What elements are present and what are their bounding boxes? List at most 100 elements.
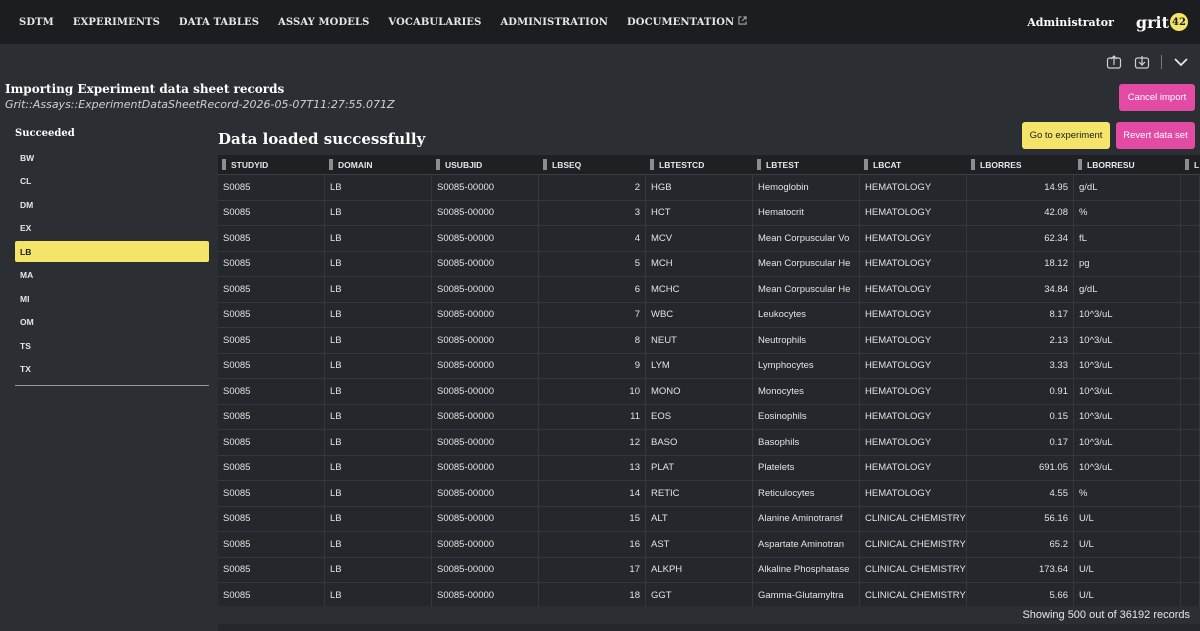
column-resize-handle[interactable] [222, 159, 226, 170]
go-to-experiment-button[interactable]: Go to experiment [1022, 122, 1110, 149]
table-row[interactable]: S0085 LB S0085-00000 11 EOS Eosinophils HEMATO… [218, 404, 1200, 430]
table-cell-studyid[interactable]: S0085 [218, 404, 325, 429]
table-cell-lbtest[interactable]: Neutrophils [753, 328, 860, 353]
table-cell-lbseq[interactable]: 11 [539, 404, 646, 429]
table-cell-lbtest[interactable]: Reticulocytes [753, 481, 860, 506]
table-cell-domain[interactable]: LB [325, 583, 432, 607]
table-cell-lbtestcd[interactable]: NEUT [646, 328, 753, 353]
table-cell-lbseq[interactable]: 2 [539, 175, 646, 200]
table-cell-studyid[interactable]: S0085 [218, 430, 325, 455]
table-cell-lbcat[interactable]: HEMATOLOGY [860, 353, 967, 378]
table-cell-lbtest[interactable]: Mean Corpuscular He [753, 251, 860, 276]
column-header-usubjid[interactable]: USUBJID [432, 155, 539, 174]
table-cell-domain[interactable]: LB [325, 175, 432, 200]
table-cell-usubjid[interactable]: S0085-00000 [432, 302, 539, 327]
table-cell-lborres[interactable]: 8.17 [967, 302, 1074, 327]
table-cell-lbseq[interactable]: 6 [539, 277, 646, 302]
table-cell-usubjid[interactable]: S0085-00000 [432, 430, 539, 455]
table-cell-usubjid[interactable]: S0085-00000 [432, 328, 539, 353]
table-cell-lbtest[interactable]: Platelets [753, 455, 860, 480]
table-cell-lbseq[interactable]: 4 [539, 226, 646, 251]
column-resize-handle[interactable] [1078, 159, 1082, 170]
table-cell-lbtestcd[interactable]: MCHC [646, 277, 753, 302]
column-header-lbcat[interactable]: LBCAT [860, 155, 967, 174]
table-cell-usubjid[interactable]: S0085-00000 [432, 379, 539, 404]
table-cell-lbtestcd[interactable]: LYM [646, 353, 753, 378]
column-resize-handle[interactable] [1185, 159, 1189, 170]
column-header-studyid[interactable]: STUDYID [218, 155, 325, 174]
table-cell-lbtestcd[interactable]: PLAT [646, 455, 753, 480]
table-cell-lborres[interactable]: 0.91 [967, 379, 1074, 404]
table-cell-lborres[interactable]: 5.66 [967, 583, 1074, 607]
table-row[interactable]: S0085 LB S0085-00000 3 HCT Hematocrit HEMATOLO… [218, 200, 1200, 226]
table-cell-lborresu[interactable]: U/L [1074, 532, 1181, 557]
table-row[interactable]: S0085 LB S0085-00000 18 GGT Gamma-Glutamyltra… [218, 583, 1200, 607]
table-cell-studyid[interactable]: S0085 [218, 226, 325, 251]
table-cell-lborresu[interactable]: fL [1074, 226, 1181, 251]
table-cell-lbcat[interactable]: CLINICAL CHEMISTRY [860, 506, 967, 531]
sidebar-item-mi[interactable]: MI [15, 287, 209, 311]
table-cell-lbtest[interactable]: Monocytes [753, 379, 860, 404]
column-header-l[interactable]: L [1181, 155, 1200, 174]
table-cell-lbtest[interactable]: Leukocytes [753, 302, 860, 327]
table-cell-lbcat[interactable]: HEMATOLOGY [860, 251, 967, 276]
table-cell-usubjid[interactable]: S0085-00000 [432, 251, 539, 276]
table-cell-lbcat[interactable]: CLINICAL CHEMISTRY [860, 583, 967, 607]
table-cell-lborres[interactable]: 4.55 [967, 481, 1074, 506]
column-resize-handle[interactable] [543, 159, 547, 170]
table-cell-domain[interactable]: LB [325, 481, 432, 506]
table-cell-lbcat[interactable]: HEMATOLOGY [860, 430, 967, 455]
table-cell-lbseq[interactable]: 18 [539, 583, 646, 607]
table-cell-studyid[interactable]: S0085 [218, 175, 325, 200]
table-cell-usubjid[interactable]: S0085-00000 [432, 353, 539, 378]
table-cell-lborresu[interactable]: % [1074, 481, 1181, 506]
table-cell-lbtest[interactable]: Mean Corpuscular Vo [753, 226, 860, 251]
table-cell-studyid[interactable]: S0085 [218, 557, 325, 582]
table-cell-lbtest[interactable]: Hematocrit [753, 200, 860, 225]
table-cell-lbtestcd[interactable]: GGT [646, 583, 753, 607]
column-header-lbtest[interactable]: LBTEST [753, 155, 860, 174]
table-cell-lborresu[interactable]: 10^3/uL [1074, 302, 1181, 327]
table-cell-lborres[interactable]: 2.13 [967, 328, 1074, 353]
table-cell-lbtest[interactable]: Eosinophils [753, 404, 860, 429]
table-cell-lborres[interactable]: 34.84 [967, 277, 1074, 302]
table-cell-lbseq[interactable]: 3 [539, 200, 646, 225]
table-cell-studyid[interactable]: S0085 [218, 532, 325, 557]
column-resize-handle[interactable] [864, 159, 868, 170]
table-row[interactable]: S0085 LB S0085-00000 16 AST Aspartate Aminotr… [218, 532, 1200, 558]
table-cell-lbcat[interactable]: HEMATOLOGY [860, 379, 967, 404]
table-cell-lborresu[interactable]: g/dL [1074, 277, 1181, 302]
data-grid[interactable]: STUDYID DOMAIN USUBJID LBSEQ LBTESTCD LBTEST L… [218, 155, 1200, 607]
table-cell-studyid[interactable]: S0085 [218, 328, 325, 353]
column-header-lborresu[interactable]: LBORRESU [1074, 155, 1181, 174]
table-cell-lbcat[interactable]: HEMATOLOGY [860, 277, 967, 302]
table-cell-lbtestcd[interactable]: RETIC [646, 481, 753, 506]
table-cell-lborres[interactable]: 42.08 [967, 200, 1074, 225]
table-cell-lbseq[interactable]: 15 [539, 506, 646, 531]
table-cell-domain[interactable]: LB [325, 200, 432, 225]
grit-logo[interactable]: grit 42 [1136, 13, 1188, 32]
table-cell-lbtestcd[interactable]: AST [646, 532, 753, 557]
table-cell-studyid[interactable]: S0085 [218, 353, 325, 378]
table-cell-lborresu[interactable]: % [1074, 200, 1181, 225]
table-cell-domain[interactable]: LB [325, 506, 432, 531]
table-cell-domain[interactable]: LB [325, 404, 432, 429]
table-cell-lborresu[interactable]: 10^3/uL [1074, 353, 1181, 378]
sidebar-item-bw[interactable]: BW [15, 146, 209, 170]
table-cell-lborresu[interactable]: U/L [1074, 583, 1181, 607]
table-cell-lborresu[interactable]: U/L [1074, 557, 1181, 582]
table-cell-lbseq[interactable]: 8 [539, 328, 646, 353]
table-cell-lbcat[interactable]: HEMATOLOGY [860, 481, 967, 506]
revert-data-set-button[interactable]: Revert data set [1116, 122, 1195, 149]
table-cell-domain[interactable]: LB [325, 353, 432, 378]
table-cell-lbtestcd[interactable]: ALT [646, 506, 753, 531]
sidebar-item-ma[interactable]: MA [15, 264, 209, 288]
table-cell-lbtestcd[interactable]: EOS [646, 404, 753, 429]
table-cell-lborres[interactable]: 65.2 [967, 532, 1074, 557]
table-cell-lbtestcd[interactable]: HGB [646, 175, 753, 200]
table-cell-usubjid[interactable]: S0085-00000 [432, 175, 539, 200]
table-cell-lbtest[interactable]: Alkaline Phosphatase [753, 557, 860, 582]
table-row[interactable]: S0085 LB S0085-00000 17 ALKPH Alkaline Phosph… [218, 557, 1200, 583]
table-cell-studyid[interactable]: S0085 [218, 583, 325, 607]
table-cell-lbtest[interactable]: Aspartate Aminotran [753, 532, 860, 557]
